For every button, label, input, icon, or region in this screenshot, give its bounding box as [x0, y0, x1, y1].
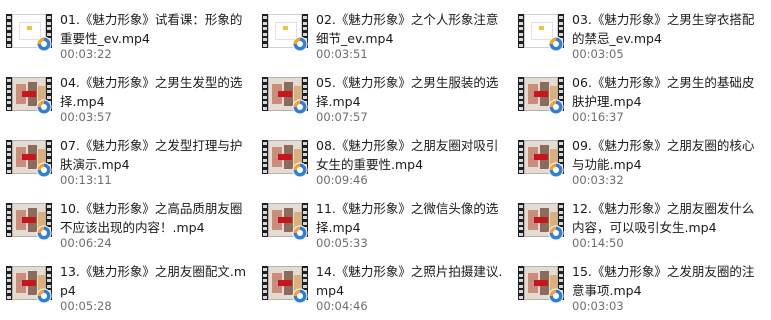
- media-player-icon: [548, 225, 564, 241]
- video-file-icon: [518, 138, 564, 178]
- video-file-icon: [518, 201, 564, 241]
- file-name: 08.《魅力形象》之朋友圈对吸引女生的重要性.mp4: [316, 138, 499, 172]
- file-name: 04.《魅力形象》之男生发型的选择.mp4: [60, 75, 243, 109]
- file-item[interactable]: 02.《魅力形象》之个人形象注意细节_ev.mp4 00:03:51: [256, 0, 506, 61]
- file-name: 01.《魅力形象》试看课：形象的重要性_ev.mp4: [60, 12, 243, 46]
- media-player-icon: [36, 288, 52, 304]
- file-duration: 00:03:05: [572, 47, 624, 61]
- media-player-icon: [292, 162, 308, 178]
- file-duration: 00:03:22: [60, 47, 112, 61]
- video-file-icon: [262, 12, 308, 52]
- file-duration: 00:16:37: [572, 110, 624, 124]
- file-duration: 00:14:50: [572, 236, 624, 250]
- file-duration: 00:03:03: [572, 299, 624, 313]
- file-item[interactable]: 07.《魅力形象》之发型打理与护肤演示.mp4 00:13:11: [0, 126, 250, 187]
- video-file-icon: [6, 12, 52, 52]
- file-item[interactable]: 14.《魅力形象》之照片拍摄建议.mp4 00:04:46: [256, 252, 506, 313]
- media-player-icon: [36, 162, 52, 178]
- video-file-icon: [262, 138, 308, 178]
- video-file-icon: [518, 75, 564, 115]
- media-player-icon: [548, 162, 564, 178]
- file-name: 05.《魅力形象》之男生服装的选择.mp4: [316, 75, 499, 109]
- video-file-icon: [518, 12, 564, 52]
- file-name: 12.《魅力形象》之朋友圈发什么内容，可以吸引女生.mp4: [572, 201, 755, 235]
- file-name: 03.《魅力形象》之男生穿衣搭配的禁忌_ev.mp4: [572, 12, 755, 46]
- file-name: 07.《魅力形象》之发型打理与护肤演示.mp4: [60, 138, 243, 172]
- file-item[interactable]: 05.《魅力形象》之男生服装的选择.mp4 00:07:57: [256, 63, 506, 124]
- file-item[interactable]: 10.《魅力形象》之高品质朋友圈不应该出现的内容！.mp4 00:06:24: [0, 189, 250, 250]
- file-duration: 00:04:46: [316, 299, 368, 313]
- media-player-icon: [36, 36, 52, 52]
- file-name: 09.《魅力形象》之朋友圈的核心与功能.mp4: [572, 138, 755, 172]
- file-duration: 00:07:57: [316, 110, 368, 124]
- file-duration: 00:05:33: [316, 236, 368, 250]
- video-file-icon: [6, 264, 52, 304]
- file-duration: 00:03:57: [60, 110, 112, 124]
- file-item[interactable]: 12.《魅力形象》之朋友圈发什么内容，可以吸引女生.mp4 00:14:50: [512, 189, 762, 250]
- file-name: 02.《魅力形象》之个人形象注意细节_ev.mp4: [316, 12, 499, 46]
- file-name: 14.《魅力形象》之照片拍摄建议.mp4: [316, 264, 503, 298]
- media-player-icon: [292, 225, 308, 241]
- file-grid: 01.《魅力形象》试看课：形象的重要性_ev.mp4 00:03:22 02.《魅力…: [0, 0, 771, 320]
- video-file-icon: [6, 138, 52, 178]
- media-player-icon: [292, 99, 308, 115]
- media-player-icon: [548, 36, 564, 52]
- file-duration: 00:13:11: [60, 173, 112, 187]
- file-name: 06.《魅力形象》之男生的基础皮肤护理.mp4: [572, 75, 755, 109]
- video-file-icon: [262, 201, 308, 241]
- file-item[interactable]: 06.《魅力形象》之男生的基础皮肤护理.mp4 00:16:37: [512, 63, 762, 124]
- media-player-icon: [292, 288, 308, 304]
- media-player-icon: [548, 288, 564, 304]
- file-item[interactable]: 11.《魅力形象》之微信头像的选择.mp4 00:05:33: [256, 189, 506, 250]
- file-item[interactable]: 09.《魅力形象》之朋友圈的核心与功能.mp4 00:03:32: [512, 126, 762, 187]
- media-player-icon: [36, 225, 52, 241]
- media-player-icon: [548, 99, 564, 115]
- file-item[interactable]: 01.《魅力形象》试看课：形象的重要性_ev.mp4 00:03:22: [0, 0, 250, 61]
- file-name: 13.《魅力形象》之朋友圈配文.mp4: [60, 264, 247, 298]
- file-duration: 00:06:24: [60, 236, 112, 250]
- video-file-icon: [6, 75, 52, 115]
- media-player-icon: [292, 36, 308, 52]
- file-item[interactable]: 13.《魅力形象》之朋友圈配文.mp4 00:05:28: [0, 252, 250, 313]
- file-duration: 00:03:51: [316, 47, 368, 61]
- file-item[interactable]: 03.《魅力形象》之男生穿衣搭配的禁忌_ev.mp4 00:03:05: [512, 0, 762, 61]
- file-name: 11.《魅力形象》之微信头像的选择.mp4: [316, 201, 499, 235]
- file-item[interactable]: 15.《魅力形象》之发朋友圈的注意事项.mp4 00:03:03: [512, 252, 762, 313]
- video-file-icon: [262, 75, 308, 115]
- video-file-icon: [6, 201, 52, 241]
- file-duration: 00:03:32: [572, 173, 624, 187]
- video-file-icon: [518, 264, 564, 304]
- video-file-icon: [262, 264, 308, 304]
- file-name: 10.《魅力形象》之高品质朋友圈不应该出现的内容！.mp4: [60, 201, 243, 235]
- file-item[interactable]: 08.《魅力形象》之朋友圈对吸引女生的重要性.mp4 00:09:46: [256, 126, 506, 187]
- media-player-icon: [36, 99, 52, 115]
- file-name: 15.《魅力形象》之发朋友圈的注意事项.mp4: [572, 264, 755, 298]
- file-duration: 00:09:46: [316, 173, 368, 187]
- file-item[interactable]: 04.《魅力形象》之男生发型的选择.mp4 00:03:57: [0, 63, 250, 124]
- file-duration: 00:05:28: [60, 299, 112, 313]
